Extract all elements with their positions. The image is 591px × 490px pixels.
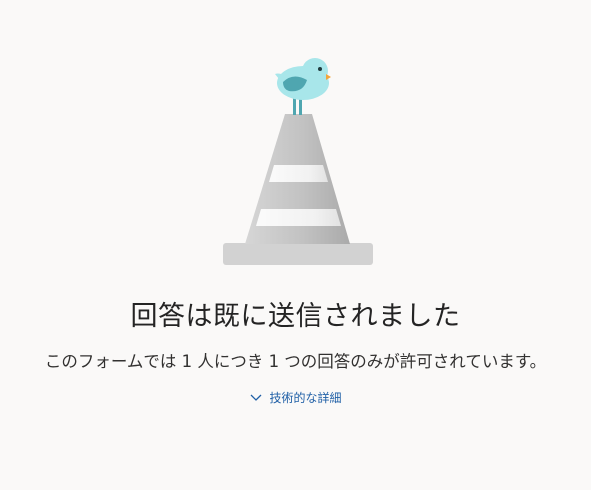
- bird-eye: [318, 67, 322, 71]
- bird-leg: [293, 98, 296, 115]
- page-title: 回答は既に送信されました: [130, 301, 461, 332]
- cone-stripe-upper: [269, 165, 328, 182]
- technical-details-toggle[interactable]: 技術的な詳細: [0, 389, 591, 407]
- technical-details-label[interactable]: 技術的な詳細: [269, 389, 341, 407]
- bird-leg: [299, 98, 302, 115]
- cone-base: [223, 243, 373, 265]
- chevron-down-icon: [249, 391, 263, 405]
- bird-on-cone-graphic: [223, 58, 373, 265]
- cone-stripe-lower: [256, 209, 341, 226]
- bird-on-cone-illustration: [215, 58, 380, 270]
- page-subtitle: このフォームでは 1 人につき 1 つの回答のみが許可されています。: [44, 352, 547, 371]
- bird-beak: [326, 74, 331, 80]
- already-responded-page: 回答は既に送信されました このフォームでは 1 人につき 1 つの回答のみが許可…: [0, 0, 591, 490]
